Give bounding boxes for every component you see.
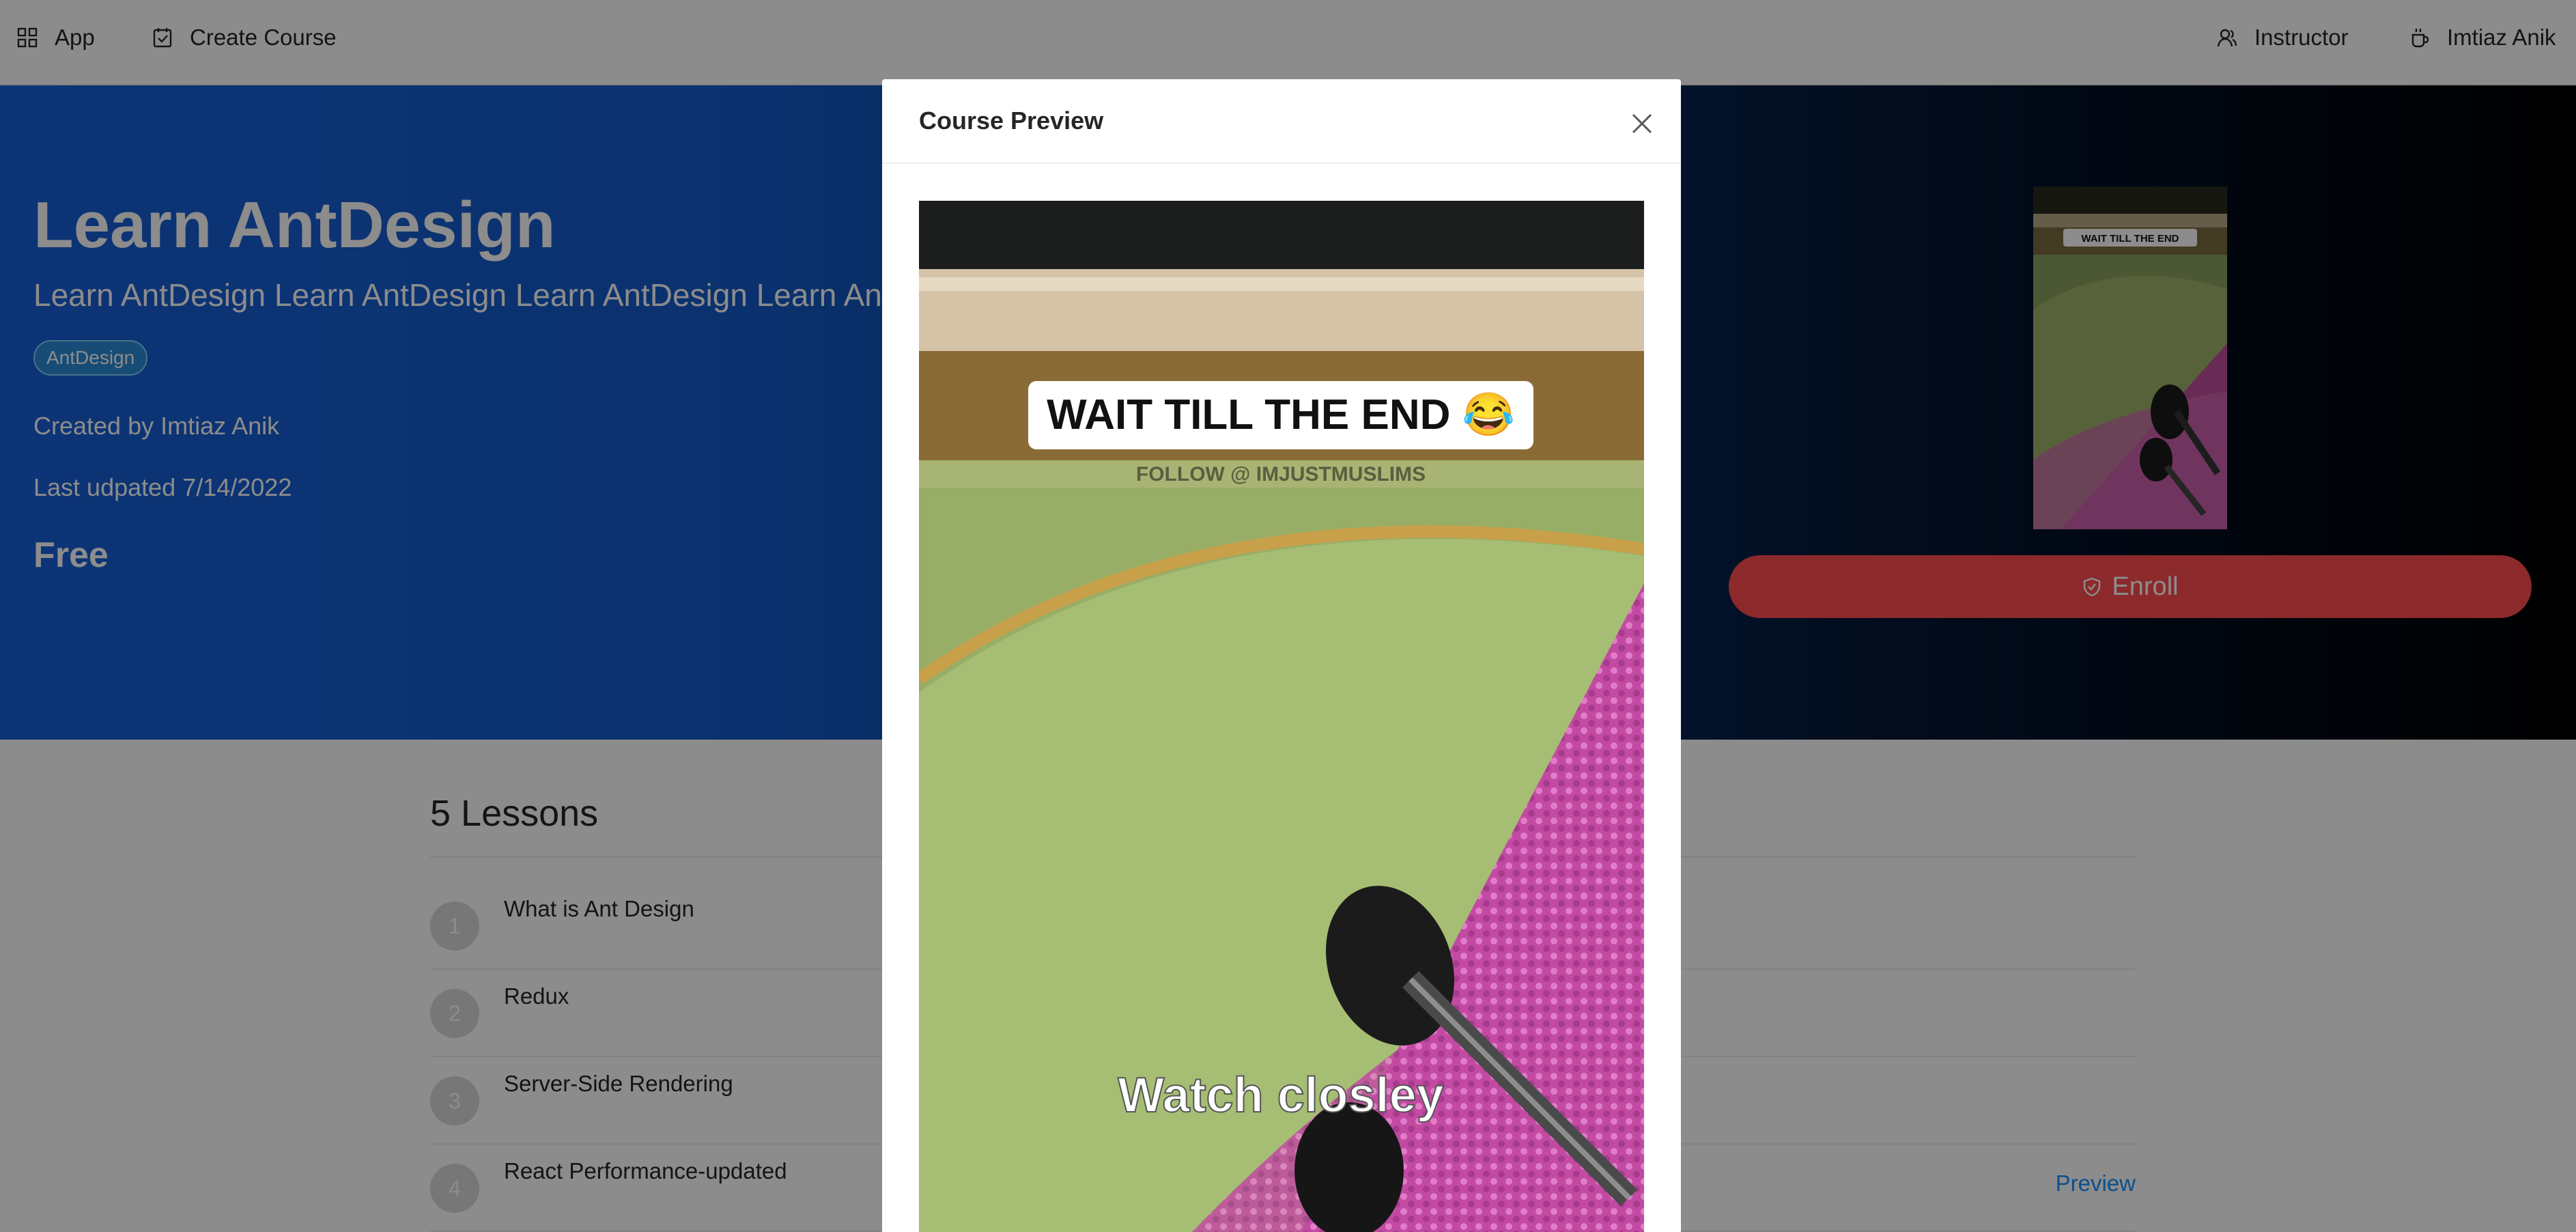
video-caption-bottom: Watch closley — [1118, 1068, 1444, 1123]
video-caption-top: WAIT TILL THE END 😂 — [1047, 391, 1515, 438]
video-caption-sub: FOLLOW @ IMJUSTMUSLIMS — [1136, 463, 1426, 486]
preview-video-player[interactable]: WAIT TILL THE END 😂 FOLLOW @ IMJUSTMUSLI… — [919, 201, 1644, 1232]
course-preview-modal: Course Preview WAIT TILL THE END 😂 FOLLO… — [882, 79, 1681, 1232]
modal-header: Course Preview — [882, 79, 1681, 164]
modal-title: Course Preview — [919, 107, 1104, 135]
close-icon[interactable] — [1626, 108, 1658, 139]
